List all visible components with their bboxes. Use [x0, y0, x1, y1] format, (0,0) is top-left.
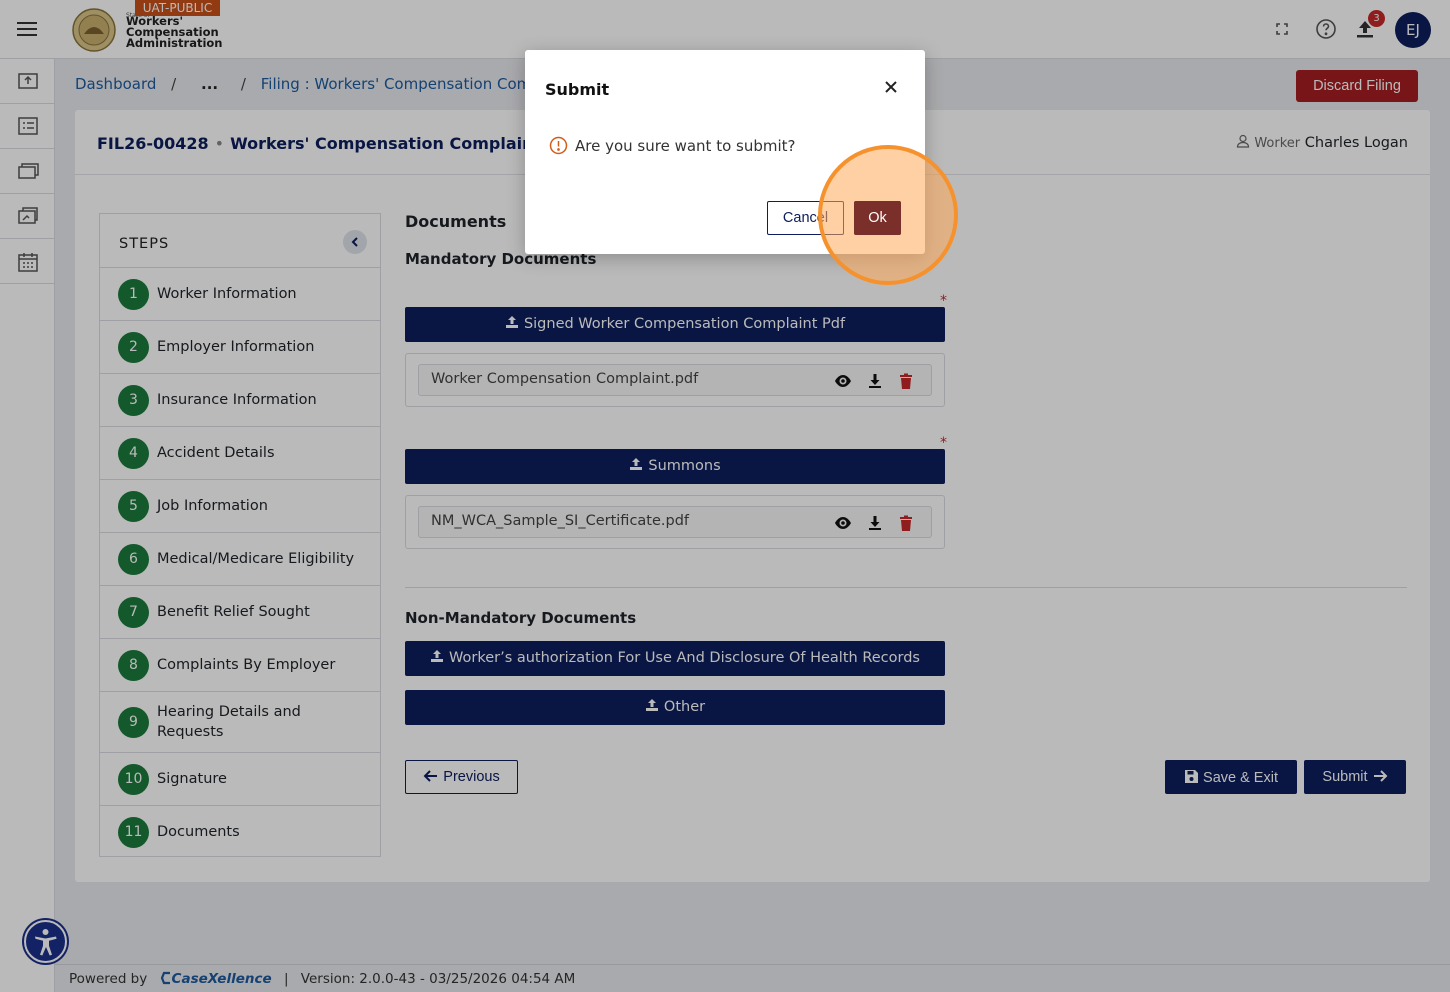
ok-button-highlighted[interactable]: Ok: [854, 201, 901, 235]
dialog-message: Are you sure want to submit?: [575, 137, 796, 155]
dialog-title: Submit: [545, 80, 610, 99]
warning-icon: [549, 136, 568, 155]
close-icon[interactable]: [882, 78, 900, 96]
